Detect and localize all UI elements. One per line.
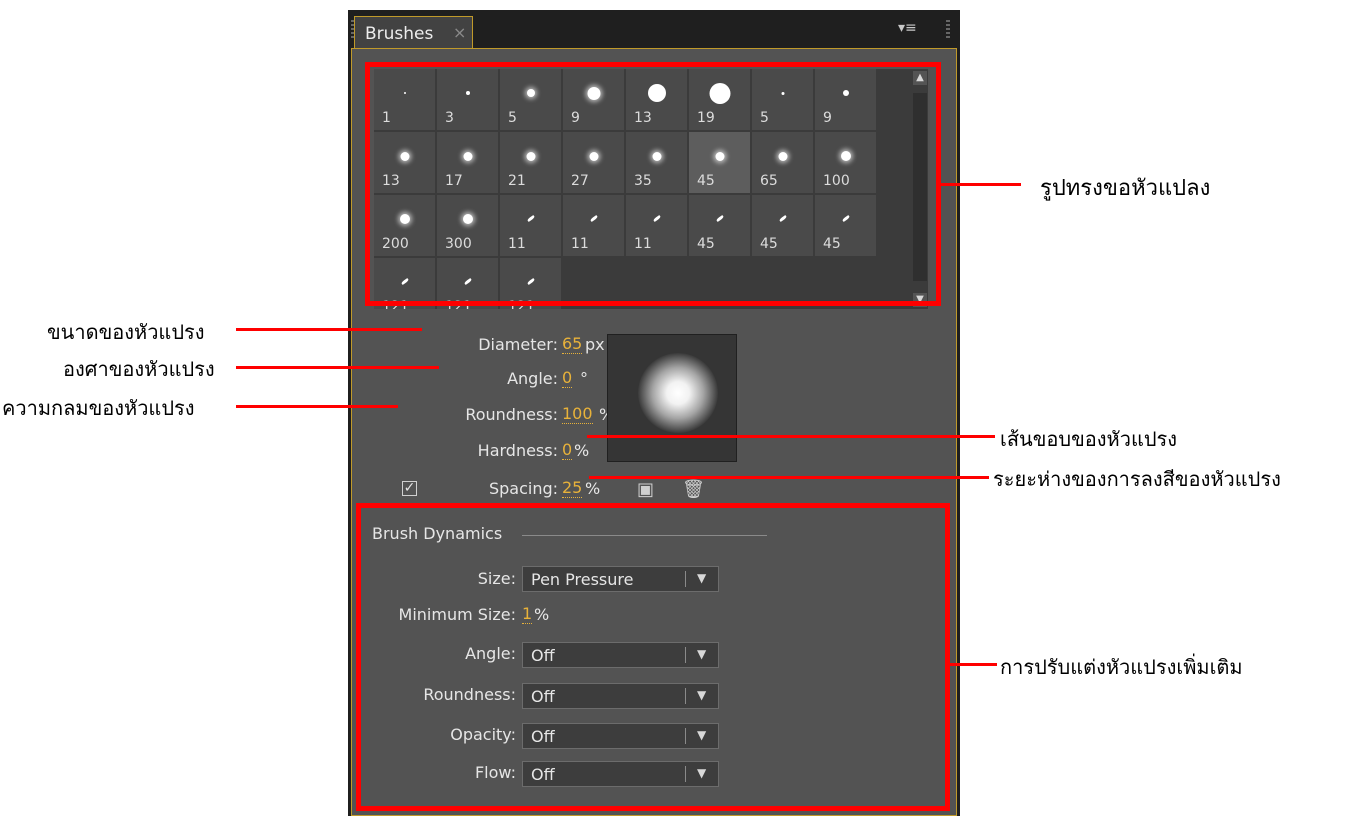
panel-menu-icon[interactable]: ▾≡ [898,20,917,36]
angle-value[interactable]: 0 [562,369,573,388]
diameter-value[interactable]: 65 [562,335,583,354]
brush-preview [607,334,737,462]
diameter-unit: px [585,335,605,354]
brush-preview-glow [638,353,718,433]
hardness-label: Hardness: [477,441,558,460]
close-icon[interactable]: × [453,23,466,42]
tab-brushes[interactable]: Brushes × [354,16,473,48]
spacing-value[interactable]: 25 [562,479,583,498]
angle-unit: ° [580,369,588,388]
tab-label: Brushes [365,24,434,44]
annotation-line-dynamics [950,663,997,666]
annotation-angle: องศาของหัวแปรง [63,357,215,381]
hardness-unit: % [574,441,590,460]
annotation-line-roundness [236,405,398,408]
brush-shapes-highlight [365,62,941,306]
roundness-label: Roundness: [465,405,558,424]
new-brush-icon[interactable]: ▣ [637,479,654,500]
spacing-checkbox[interactable]: ✓ [402,481,417,496]
brush-dynamics-highlight [356,503,950,811]
annotation-line-angle [236,366,439,369]
annotation-dynamics: การปรับแต่งหัวแปรงเพิ่มเติม [1000,655,1243,679]
spacing-unit: % [585,479,601,498]
annotation-line-diameter [236,328,422,331]
annotation-diameter: ขนาดของหัวแปรง [47,320,205,344]
diameter-label: Diameter: [478,335,558,354]
annotation-line-brush-shapes [941,183,1021,186]
annotation-line-hardness [587,435,995,438]
hardness-value[interactable]: 0 [562,441,573,460]
annotation-spacing: ระยะห่างของการลงสีของหัวแปรง [993,467,1281,491]
annotation-roundness: ความกลมของหัวแปรง [2,396,195,420]
annotation-brush-shapes: รูปทรงขอหัวแปลง [1040,176,1211,201]
annotation-line-spacing [589,476,989,479]
spacing-label: Spacing: [488,479,558,498]
annotation-hardness: เส้นขอบของหัวแปรง [1000,427,1178,451]
trash-icon[interactable]: 🗑 [682,479,705,500]
panel-tabbar: Brushes × ▾≡ [348,10,960,48]
angle-label: Angle: [507,369,558,388]
roundness-value[interactable]: 100 [562,405,593,424]
panel-grip-right[interactable] [946,20,950,40]
